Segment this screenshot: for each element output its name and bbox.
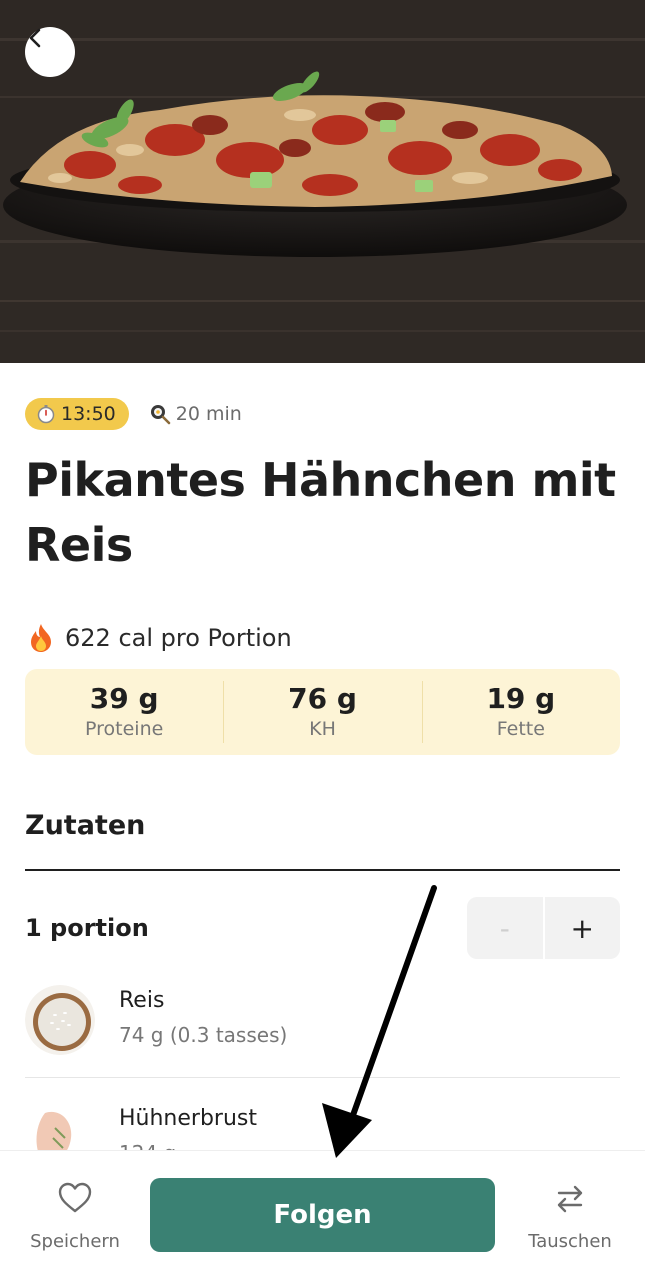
- recipe-meta: 13:50 20 min: [25, 398, 242, 430]
- macros-panel: 39 g Proteine 76 g KH 19 g Fette: [25, 669, 620, 755]
- ingredients-heading: Zutaten: [25, 810, 146, 841]
- portion-stepper: - +: [467, 897, 620, 959]
- ingredient-item[interactable]: Reis 74 g (0.3 tasses): [25, 985, 620, 1055]
- macro-label: Proteine: [85, 718, 164, 740]
- chevron-left-icon: [29, 28, 41, 48]
- timer-value: 13:50: [61, 403, 116, 425]
- ingredient-name: Reis: [119, 988, 165, 1013]
- bottom-action-bar: Speichern Folgen Tauschen: [0, 1150, 645, 1280]
- timer-badge: 13:50: [25, 398, 129, 430]
- save-button[interactable]: Speichern: [20, 1179, 130, 1252]
- macro-fat: 19 g Fette: [421, 669, 620, 755]
- ingredient-name: Hühnerbrust: [119, 1106, 257, 1131]
- heart-icon: [58, 1182, 92, 1213]
- macro-label: Fette: [496, 718, 545, 740]
- stopwatch-icon: [37, 405, 55, 424]
- dish-photo: [0, 0, 645, 363]
- calories-row: 622 cal pro Portion: [25, 619, 292, 657]
- cook-time: 20 min: [149, 403, 242, 425]
- increase-portion-button[interactable]: +: [545, 897, 621, 959]
- macro-label: KH: [309, 718, 336, 740]
- recipe-title: Pikantes Hähnchen mit Reis: [25, 453, 616, 572]
- calories-text: 622 cal pro Portion: [65, 624, 292, 652]
- ingredient-text: Reis 74 g (0.3 tasses): [119, 985, 287, 1055]
- fire-icon: [31, 624, 51, 652]
- save-label: Speichern: [30, 1231, 120, 1252]
- macro-value: 19 g: [486, 682, 556, 715]
- frying-pan-icon: [150, 405, 171, 425]
- section-divider: [25, 869, 620, 871]
- recipe-hero-image: [0, 0, 645, 363]
- swap-arrows-icon: [557, 1185, 583, 1213]
- portion-row: 1 portion - +: [25, 897, 620, 959]
- macro-value: 39 g: [89, 682, 159, 715]
- swap-label: Tauschen: [528, 1231, 612, 1252]
- cook-time-value: 20 min: [175, 403, 242, 425]
- portion-label: 1 portion: [25, 914, 149, 942]
- decrease-portion-button[interactable]: -: [467, 897, 545, 959]
- macro-protein: 39 g Proteine: [25, 669, 223, 755]
- rice-image: [25, 985, 95, 1055]
- follow-button[interactable]: Folgen: [150, 1178, 495, 1252]
- macro-carbs: 76 g KH: [223, 669, 421, 755]
- macro-value: 76 g: [288, 682, 357, 715]
- ingredient-divider: [25, 1077, 620, 1078]
- swap-button[interactable]: Tauschen: [515, 1179, 625, 1252]
- ingredient-amount: 74 g (0.3 tasses): [119, 1023, 288, 1047]
- back-button[interactable]: [25, 27, 75, 77]
